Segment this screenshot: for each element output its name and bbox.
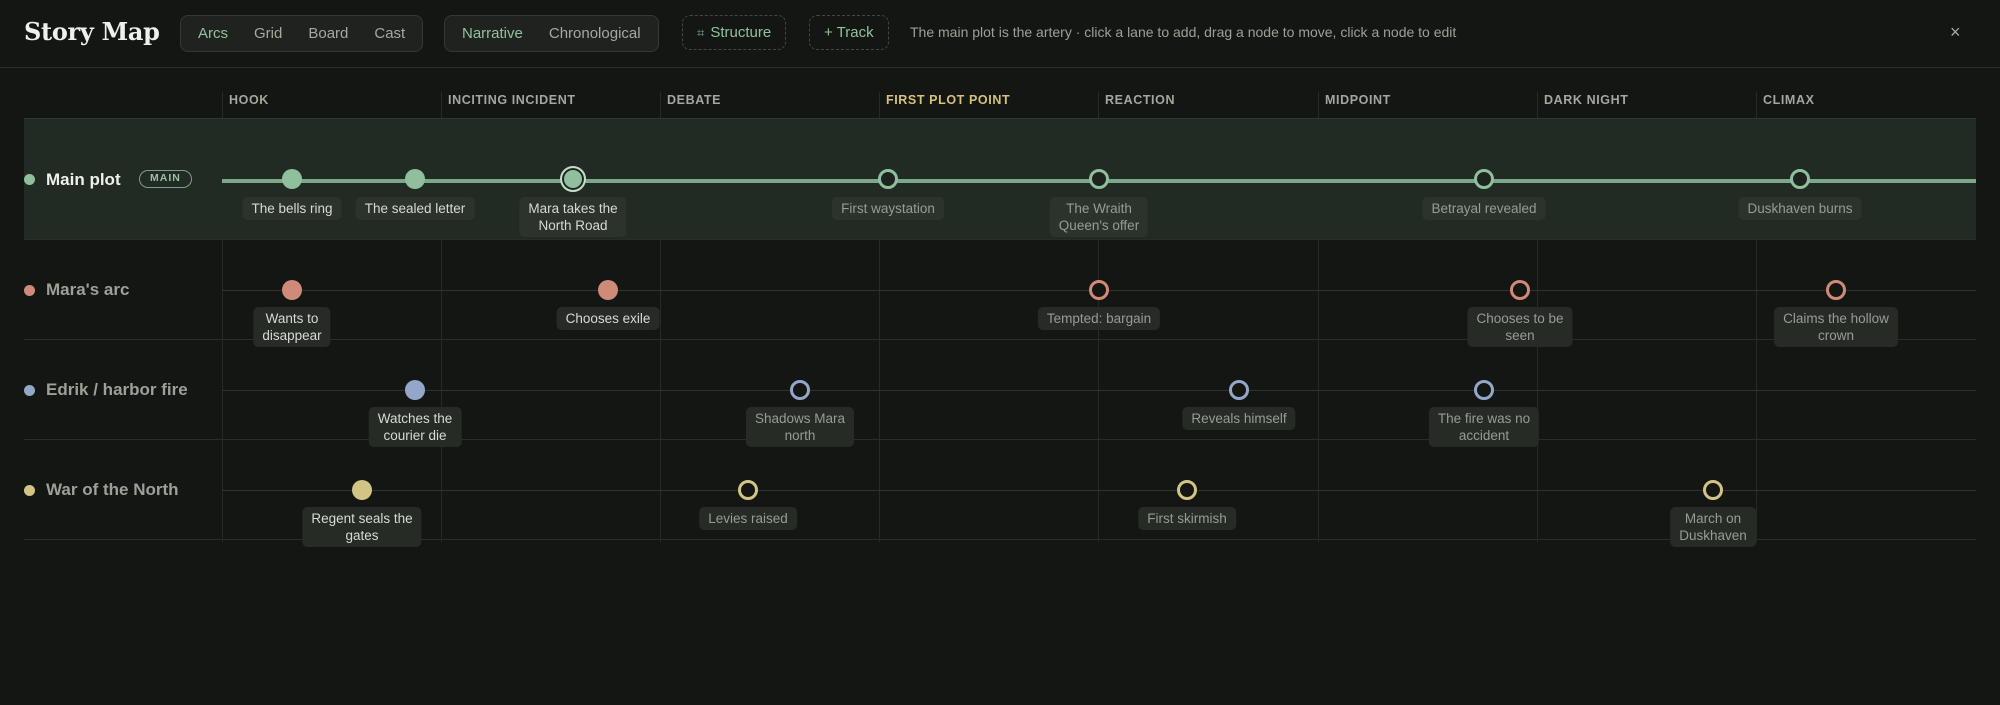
tab-grid[interactable]: Grid [241, 19, 295, 48]
structure-button-label: Structure [710, 24, 772, 41]
column-header-hook: HOOK [229, 93, 269, 107]
plot-node[interactable] [598, 280, 618, 300]
node-label[interactable]: Duskhaven burns [1738, 197, 1862, 220]
node-label[interactable]: Chooses exile [556, 307, 660, 330]
column-header-climax: CLIMAX [1763, 93, 1815, 107]
plot-node[interactable] [1510, 280, 1530, 300]
node-label[interactable]: Mara takes the North Road [519, 197, 627, 237]
lane-color-dot [24, 485, 35, 496]
tab-arcs[interactable]: Arcs [185, 19, 241, 48]
tab-cast[interactable]: Cast [361, 19, 418, 48]
order-switcher: Narrative Chronological [444, 15, 659, 52]
plot-node[interactable] [1089, 280, 1109, 300]
column-header-inciting-incident: INCITING INCIDENT [448, 93, 576, 107]
plot-node[interactable] [282, 280, 302, 300]
node-label[interactable]: First waystation [832, 197, 944, 220]
lane-color-dot [24, 174, 35, 185]
plot-node-selected[interactable] [560, 166, 586, 192]
plot-node[interactable] [405, 380, 425, 400]
plot-node[interactable] [1703, 480, 1723, 500]
node-label[interactable]: The Wraith Queen's offer [1049, 197, 1149, 237]
node-label[interactable]: Reveals himself [1182, 407, 1296, 430]
lane-name: War of the North [46, 480, 179, 499]
plot-node[interactable] [738, 480, 758, 500]
lane-maras-arc[interactable]: Mara's arc Wants to disappear Chooses exi… [24, 240, 1976, 347]
plot-node[interactable] [878, 169, 898, 189]
node-label[interactable]: March on Duskhaven [1670, 507, 1756, 547]
tab-chronological[interactable]: Chronological [536, 19, 654, 48]
plot-node[interactable] [352, 480, 372, 500]
view-switcher: Arcs Grid Board Cast [180, 15, 424, 52]
toolbar: Story Map Arcs Grid Board Cast Narrative… [0, 0, 2000, 68]
grid-icon: ⌗ [697, 24, 705, 40]
node-label[interactable]: Betrayal revealed [1422, 197, 1546, 220]
lane-name: Mara's arc [46, 280, 130, 299]
node-label[interactable]: First skirmish [1138, 507, 1236, 530]
plot-node[interactable] [1826, 280, 1846, 300]
close-icon[interactable]: × [1950, 22, 1961, 43]
plot-node[interactable] [405, 169, 425, 189]
lane-color-dot [24, 285, 35, 296]
structure-button[interactable]: ⌗ Structure [682, 15, 787, 50]
plot-node[interactable] [1474, 380, 1494, 400]
column-header-dark-night: DARK NIGHT [1544, 93, 1629, 107]
plot-node[interactable] [282, 169, 302, 189]
lane-war-of-the-north[interactable]: War of the North Regent seals the gates L… [24, 440, 1976, 547]
lane-color-dot [24, 385, 35, 396]
lane-edrik-harbor-fire[interactable]: Edrik / harbor fire Watches the courier d… [24, 340, 1976, 447]
node-label[interactable]: Tempted: bargain [1037, 307, 1161, 330]
tab-narrative[interactable]: Narrative [449, 19, 536, 48]
lane-name: Main plot [46, 170, 121, 189]
column-header-first-plot-point: FIRST PLOT POINT [886, 93, 1011, 107]
app-title: Story Map [24, 17, 160, 46]
column-header-debate: DEBATE [667, 93, 722, 107]
plot-node[interactable] [1177, 480, 1197, 500]
plot-node[interactable] [1474, 169, 1494, 189]
lane-main-plot[interactable]: Main plot MAIN The bells ring The sealed… [24, 118, 1976, 240]
node-label[interactable]: Levies raised [699, 507, 797, 530]
plot-node[interactable] [1790, 169, 1810, 189]
story-board: HOOK INCITING INCIDENT DEBATE FIRST PLOT… [0, 68, 2000, 705]
lane-name: Edrik / harbor fire [46, 380, 188, 399]
track-line [222, 390, 1976, 391]
plot-node[interactable] [1089, 169, 1109, 189]
node-label[interactable]: The sealed letter [355, 197, 475, 220]
node-label[interactable]: Regent seals the gates [302, 507, 422, 547]
plot-node[interactable] [790, 380, 810, 400]
add-track-button-label: + Track [824, 24, 874, 41]
help-hint: The main plot is the artery · click a la… [910, 24, 1457, 40]
column-header-reaction: REACTION [1105, 93, 1176, 107]
column-header-midpoint: MIDPOINT [1325, 93, 1391, 107]
tab-board[interactable]: Board [295, 19, 361, 48]
plot-node[interactable] [1229, 380, 1249, 400]
node-label[interactable]: The bells ring [242, 197, 342, 220]
main-badge: MAIN [139, 170, 192, 188]
add-track-button[interactable]: + Track [809, 15, 889, 50]
